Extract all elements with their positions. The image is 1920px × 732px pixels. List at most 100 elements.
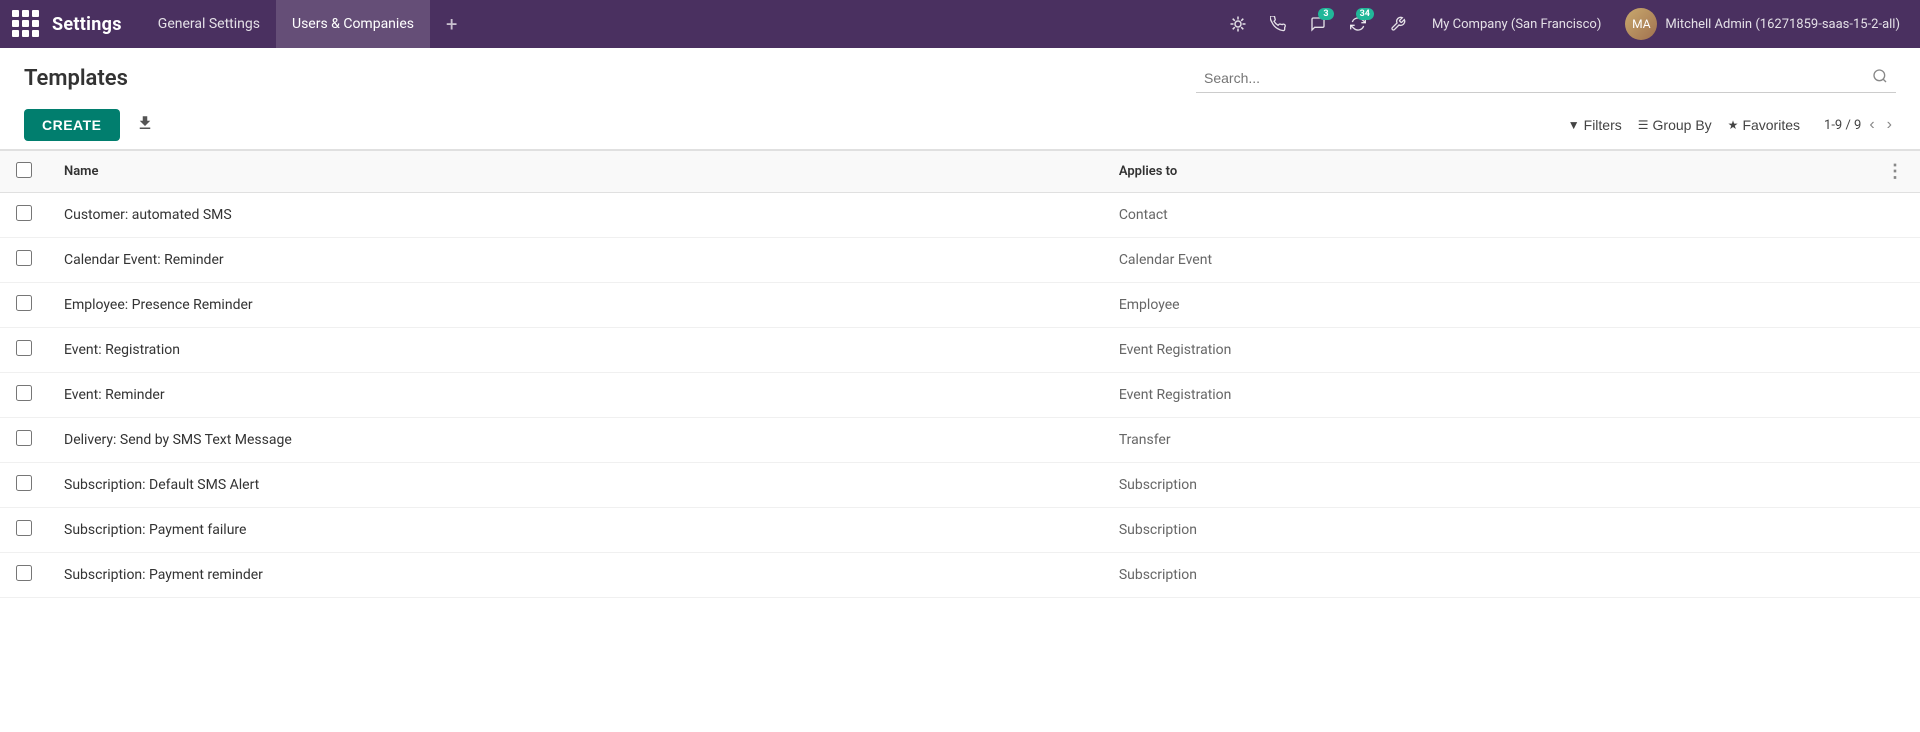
activity-badge: 34 — [1356, 8, 1374, 20]
toolbar: CREATE ▼ Filters ☰ Group By ★ Favorites … — [0, 101, 1920, 149]
pagination-next[interactable]: › — [1883, 114, 1896, 136]
row-applies-to: Event Registration — [1103, 328, 1870, 373]
row-applies-to: Event Registration — [1103, 373, 1870, 418]
row-applies-to: Contact — [1103, 193, 1870, 238]
export-button[interactable] — [128, 110, 162, 141]
row-checkbox-cell — [0, 283, 48, 328]
activity-icon-btn[interactable]: 34 — [1340, 6, 1376, 42]
table-row: Delivery: Send by SMS Text Message Trans… — [0, 418, 1920, 463]
templates-table: Name Applies to ⋮ Customer: automated SM… — [0, 150, 1920, 598]
search-input[interactable] — [1204, 70, 1872, 86]
row-checkbox[interactable] — [16, 340, 32, 356]
row-options-cell — [1870, 418, 1920, 463]
brand-label: Settings — [52, 14, 122, 35]
row-name[interactable]: Employee: Presence Reminder — [48, 283, 1103, 328]
row-name[interactable]: Customer: automated SMS — [48, 193, 1103, 238]
chat-icon-btn[interactable]: 3 — [1300, 6, 1336, 42]
row-checkbox-cell — [0, 193, 48, 238]
filter-icon: ▼ — [1568, 118, 1580, 132]
row-checkbox[interactable] — [16, 205, 32, 221]
col-header-options: ⋮ — [1870, 151, 1920, 193]
row-name[interactable]: Subscription: Payment reminder — [48, 553, 1103, 598]
table-row: Subscription: Payment failure Subscripti… — [0, 508, 1920, 553]
row-options-cell — [1870, 553, 1920, 598]
nav-general-settings[interactable]: General Settings — [142, 0, 276, 48]
tools-icon-btn[interactable] — [1380, 6, 1416, 42]
search-icon[interactable] — [1872, 68, 1888, 88]
page-title: Templates — [24, 66, 1180, 91]
toolbar-filters: ▼ Filters ☰ Group By ★ Favorites — [1568, 117, 1800, 133]
row-options-cell — [1870, 328, 1920, 373]
row-checkbox-cell — [0, 508, 48, 553]
topnav: Settings General Settings Users & Compan… — [0, 0, 1920, 48]
row-name[interactable]: Event: Reminder — [48, 373, 1103, 418]
col-header-applies: Applies to — [1103, 151, 1870, 193]
row-applies-to: Subscription — [1103, 463, 1870, 508]
company-label[interactable]: My Company (San Francisco) — [1420, 17, 1613, 32]
create-button[interactable]: CREATE — [24, 109, 120, 141]
row-checkbox[interactable] — [16, 295, 32, 311]
nav-add-button[interactable]: + — [434, 0, 469, 48]
favorites-icon: ★ — [1728, 118, 1739, 132]
table-row: Customer: automated SMS Contact — [0, 193, 1920, 238]
row-applies-to: Employee — [1103, 283, 1870, 328]
page-header: Templates — [0, 48, 1920, 101]
groupby-button[interactable]: ☰ Group By — [1638, 117, 1712, 133]
topnav-menu: General Settings Users & Companies — [142, 0, 430, 48]
topnav-icons: 3 34 — [1220, 6, 1416, 42]
row-options-cell — [1870, 463, 1920, 508]
row-options-cell — [1870, 508, 1920, 553]
favorites-button[interactable]: ★ Favorites — [1728, 117, 1800, 133]
row-name[interactable]: Subscription: Default SMS Alert — [48, 463, 1103, 508]
row-checkbox-cell — [0, 418, 48, 463]
row-checkbox-cell — [0, 553, 48, 598]
row-applies-to: Subscription — [1103, 553, 1870, 598]
pagination: 1-9 / 9 ‹ › — [1824, 114, 1896, 136]
row-name[interactable]: Delivery: Send by SMS Text Message — [48, 418, 1103, 463]
row-checkbox[interactable] — [16, 430, 32, 446]
row-checkbox[interactable] — [16, 520, 32, 536]
apps-grid-icon[interactable] — [12, 10, 40, 38]
bug-icon-btn[interactable] — [1220, 6, 1256, 42]
row-options-cell — [1870, 238, 1920, 283]
nav-users-companies[interactable]: Users & Companies — [276, 0, 430, 48]
row-applies-to: Transfer — [1103, 418, 1870, 463]
table-row: Employee: Presence Reminder Employee — [0, 283, 1920, 328]
groupby-icon: ☰ — [1638, 118, 1649, 132]
row-name[interactable]: Calendar Event: Reminder — [48, 238, 1103, 283]
select-all-checkbox[interactable] — [16, 162, 32, 178]
row-name[interactable]: Event: Registration — [48, 328, 1103, 373]
pagination-prev[interactable]: ‹ — [1865, 114, 1878, 136]
row-checkbox-cell — [0, 373, 48, 418]
table-row: Event: Reminder Event Registration — [0, 373, 1920, 418]
row-options-cell — [1870, 193, 1920, 238]
table-header-row: Name Applies to ⋮ — [0, 151, 1920, 193]
pagination-label: 1-9 / 9 — [1824, 118, 1861, 133]
search-bar — [1196, 64, 1896, 93]
row-checkbox-cell — [0, 463, 48, 508]
select-all-cell — [0, 151, 48, 193]
user-menu[interactable]: MA Mitchell Admin (16271859-saas-15-2-al… — [1617, 8, 1908, 40]
row-applies-to: Calendar Event — [1103, 238, 1870, 283]
row-checkbox-cell — [0, 328, 48, 373]
avatar: MA — [1625, 8, 1657, 40]
row-checkbox[interactable] — [16, 250, 32, 266]
row-checkbox[interactable] — [16, 565, 32, 581]
row-checkbox[interactable] — [16, 385, 32, 401]
row-checkbox[interactable] — [16, 475, 32, 491]
phone-icon-btn[interactable] — [1260, 6, 1296, 42]
page-content: Templates CREATE ▼ Filters ☰ Group By ★ — [0, 48, 1920, 732]
row-options-cell — [1870, 373, 1920, 418]
col-header-name: Name — [48, 151, 1103, 193]
row-applies-to: Subscription — [1103, 508, 1870, 553]
column-options-icon[interactable]: ⋮ — [1886, 161, 1904, 182]
row-checkbox-cell — [0, 238, 48, 283]
table-row: Calendar Event: Reminder Calendar Event — [0, 238, 1920, 283]
table-row: Subscription: Payment reminder Subscript… — [0, 553, 1920, 598]
filters-button[interactable]: ▼ Filters — [1568, 117, 1622, 133]
chat-badge: 3 — [1318, 8, 1334, 20]
row-name[interactable]: Subscription: Payment failure — [48, 508, 1103, 553]
table-row: Event: Registration Event Registration — [0, 328, 1920, 373]
user-label: Mitchell Admin (16271859-saas-15-2-all) — [1665, 17, 1900, 32]
row-options-cell — [1870, 283, 1920, 328]
